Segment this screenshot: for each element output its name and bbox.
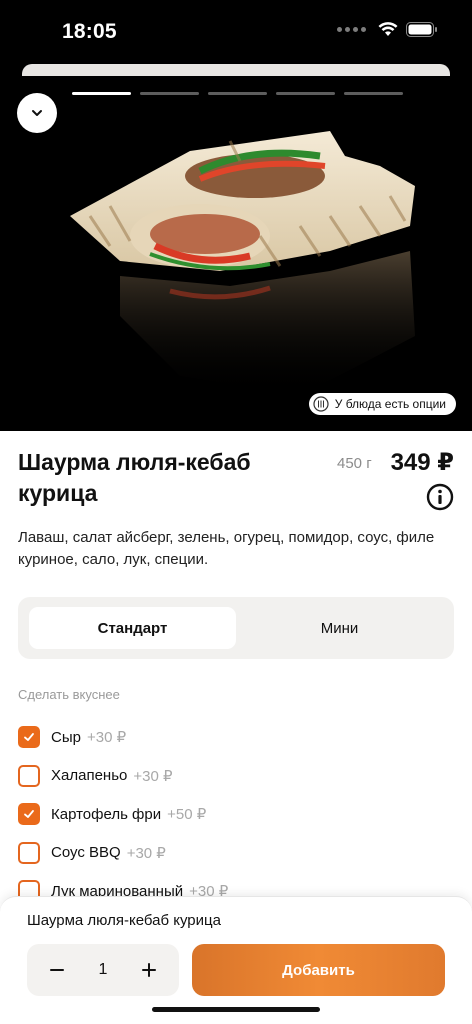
checkmark-icon: [24, 733, 34, 742]
addon-price: +30 ₽: [126, 844, 166, 862]
product-weight: 450 г: [337, 455, 372, 472]
chevron-down-icon: [32, 110, 42, 116]
addons-section-label: Сделать вкуснее: [18, 687, 120, 702]
addon-name: Сыр: [51, 728, 81, 746]
status-icons: [337, 22, 438, 37]
product-title: Шаурма люля-кебаб курица: [18, 449, 251, 506]
size-option-standard[interactable]: Стандарт: [29, 607, 236, 649]
addon-item-bbq-sauce[interactable]: Соус BBQ +30 ₽: [18, 834, 458, 873]
product-description: Лаваш, салат айсберг, зелень, огурец, по…: [18, 529, 435, 568]
checkbox-checked[interactable]: [18, 726, 40, 749]
checkbox-checked[interactable]: [18, 803, 40, 826]
addon-item-jalapeno[interactable]: Халапеньо +30 ₽: [18, 757, 458, 796]
collapse-button[interactable]: [17, 93, 57, 133]
gallery-progress-segment: [72, 92, 131, 95]
plus-icon: [142, 963, 156, 977]
increment-button[interactable]: [139, 960, 159, 980]
cart-panel-title: Шаурма люля-кебаб курица: [27, 912, 221, 929]
product-image-gallery[interactable]: У блюда есть опции: [0, 76, 472, 431]
shawarma-photo: [70, 131, 415, 396]
battery-icon: [406, 22, 437, 37]
addon-price: +30 ₽: [86, 729, 127, 747]
options-icon: [313, 396, 329, 412]
gallery-progress-segment: [344, 92, 403, 95]
add-to-cart-button[interactable]: Добавить: [192, 944, 445, 996]
quantity-value: 1: [98, 961, 108, 978]
info-icon[interactable]: [426, 483, 454, 511]
addon-name: Соус BBQ: [51, 844, 121, 862]
size-selector: Стандарт Мини: [18, 597, 454, 659]
addon-price: +50 ₽: [167, 806, 207, 824]
minus-icon: [50, 969, 64, 971]
gallery-progress-segment: [276, 92, 335, 95]
addon-item-fries[interactable]: Картофель фри +50 ₽: [18, 795, 458, 834]
size-option-mini[interactable]: Мини: [236, 607, 443, 649]
gallery-progress-segment: [208, 92, 267, 95]
options-badge: У блюда есть опции: [308, 393, 456, 415]
addon-name: Картофель фри: [51, 805, 162, 823]
options-badge-text: У блюда есть опции: [334, 397, 446, 411]
product-price: 349 ₽: [390, 449, 454, 476]
addons-list: Сыр +30 ₽ Халапеньо +30 ₽ Картофель фри …: [18, 718, 458, 911]
checkmark-icon: [24, 810, 34, 819]
home-indicator: [152, 1007, 320, 1012]
status-time: 18:05: [62, 20, 117, 43]
cellular-dots-icon: [337, 27, 366, 32]
addon-name: Халапеньо: [51, 767, 128, 785]
gallery-progress-segment: [140, 92, 199, 95]
checkbox-unchecked[interactable]: [18, 841, 40, 864]
wifi-icon: [378, 22, 398, 36]
addon-price: +30 ₽: [133, 767, 173, 785]
checkbox-unchecked[interactable]: [18, 764, 40, 787]
gallery-progress: [72, 92, 403, 95]
quantity-stepper: 1: [27, 944, 179, 996]
decrement-button[interactable]: [47, 960, 67, 980]
status-bar: 18:05: [0, 0, 472, 60]
add-to-cart-panel: Шаурма люля-кебаб курица 1 Добавить: [0, 896, 472, 1024]
addon-item-cheese[interactable]: Сыр +30 ₽: [18, 718, 458, 757]
